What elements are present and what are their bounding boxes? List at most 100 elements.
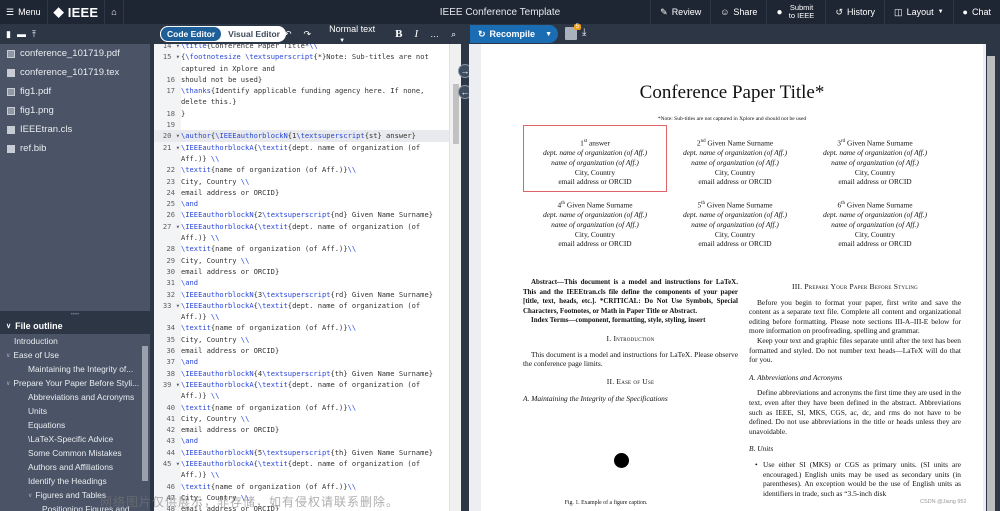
code-line[interactable]: 31 \and — [154, 277, 461, 288]
search-icon[interactable]: ⌕ — [445, 29, 462, 40]
bold-icon[interactable]: B — [389, 28, 408, 40]
pdf-scrollbar[interactable] — [986, 44, 1000, 511]
code-line[interactable]: 21 ▾ \IEEEauthorblockA{\textit{dept. name… — [154, 142, 461, 153]
code-line[interactable]: 30 email address or ORCID} — [154, 266, 461, 277]
outline-item[interactable]: Positioning Figures and... — [0, 502, 140, 511]
outline-item[interactable]: Equations — [0, 418, 140, 432]
code-line[interactable]: Aff.)} \\ — [154, 311, 461, 322]
code-line[interactable]: 41 City, Country \\ — [154, 413, 461, 424]
scrollbar-thumb[interactable] — [987, 56, 995, 511]
code-line[interactable]: 43 \and — [154, 435, 461, 446]
ieee-logo[interactable]: ◆ IEEE — [48, 0, 106, 24]
code-line[interactable]: 23 City, Country \\ — [154, 176, 461, 187]
code-line[interactable]: 33 ▾ \IEEEauthorblockA{\textit{dept. name… — [154, 300, 461, 311]
file-item[interactable]: ref.bib — [0, 139, 150, 158]
file-item[interactable]: fig1.pdf — [0, 82, 150, 101]
share-button[interactable]: ☺ Share — [710, 0, 766, 24]
code-line[interactable]: 39 ▾ \IEEEauthorblockA{\textit{dept. name… — [154, 379, 461, 390]
file-item[interactable]: fig1.png — [0, 101, 150, 120]
layout-button[interactable]: ◫ Layout ▼ — [884, 0, 953, 24]
code-line[interactable]: 25 \and — [154, 198, 461, 209]
outline-item[interactable]: Units — [0, 404, 140, 418]
code-line[interactable]: 24 email address or ORCID} — [154, 187, 461, 198]
file-item[interactable]: conference_101719.tex — [0, 63, 150, 82]
outline-item[interactable]: ∨ Prepare Your Paper Before Styli... — [0, 376, 140, 390]
undo-icon[interactable]: ↶ — [278, 29, 298, 40]
upload-icon[interactable]: ⤒ — [32, 29, 36, 40]
outline-item[interactable]: Abbreviations and Acronyms — [0, 390, 140, 404]
code-line[interactable]: 18} — [154, 108, 461, 119]
outline-item[interactable]: Maintaining the Integrity of... — [0, 362, 140, 376]
code-line[interactable]: 19 — [154, 119, 461, 130]
new-file-icon[interactable]: ▮ — [6, 29, 11, 40]
code-line[interactable]: 42 email address or ORCID} — [154, 424, 461, 435]
code-line[interactable]: Aff.)} \\ — [154, 390, 461, 401]
sidebar-split-handle[interactable]: •••• — [0, 311, 150, 318]
code-line[interactable]: captured in Xplore and — [154, 63, 461, 74]
outline-item[interactable]: \LaTeX-Specific Advice — [0, 432, 140, 446]
italic-icon[interactable]: I — [408, 28, 424, 40]
review-button[interactable]: ✎ Review — [650, 0, 710, 24]
chevron-down-icon[interactable]: ∨ — [6, 380, 10, 387]
code-line[interactable]: 47 City, Country \\ — [154, 492, 461, 503]
code-line[interactable]: 37 \and — [154, 356, 461, 367]
code-text: \textit{name of organization (of Aff.)}\… — [181, 165, 357, 175]
chevron-down-icon[interactable]: ∨ — [6, 352, 10, 359]
file-outline-header[interactable]: ∨ File outline — [0, 318, 150, 334]
more-icon[interactable]: … — [424, 29, 445, 39]
code-line[interactable]: 22 \textit{name of organization (of Aff.)… — [154, 164, 461, 175]
code-line[interactable]: 34 \textit{name of organization (of Aff.)… — [154, 322, 461, 333]
text-style-select[interactable]: Normal text ▼ — [317, 24, 389, 44]
outline-item[interactable]: ∨ Ease of Use — [0, 348, 140, 362]
code-line[interactable]: 14 ▾ \title{Conference Paper Title*\\ — [154, 44, 461, 51]
history-button[interactable]: ↺ History — [825, 0, 884, 24]
outline-item[interactable]: Introduction — [0, 334, 140, 348]
recompile-button[interactable]: ↻ Recompile ▼ — [470, 25, 558, 43]
code-line[interactable]: Aff.)} \\ — [154, 153, 461, 164]
code-line[interactable]: 35 City, Country \\ — [154, 334, 461, 345]
file-item[interactable]: IEEEtran.cls — [0, 120, 150, 139]
code-line[interactable]: 15 ▾ {\footnotesize \textsuperscript{*}No… — [154, 51, 461, 62]
home-button[interactable]: ⌂ — [105, 0, 124, 24]
visual-editor-tab[interactable]: Visual Editor — [222, 29, 286, 39]
submit-button[interactable]: ● Submit to IEEE — [766, 0, 825, 24]
outline-item[interactable]: ∨ Figures and Tables — [0, 488, 140, 502]
code-editor[interactable]: 14 ▾ \title{Conference Paper Title*\\ 15 ▾… — [154, 44, 461, 511]
redo-icon[interactable]: ↷ — [298, 29, 318, 40]
new-folder-icon[interactable]: ▬ — [17, 29, 26, 40]
outline-scrollbar[interactable] — [140, 334, 150, 511]
outline-item[interactable]: Some Common Mistakes — [0, 446, 140, 460]
code-line[interactable]: 45 ▾ \IEEEauthorblockA{\textit{dept. name… — [154, 458, 461, 469]
scrollbar-thumb[interactable] — [142, 346, 148, 481]
code-line[interactable]: 48 email address or ORCID} — [154, 503, 461, 511]
code-line[interactable]: 20 ▾ \author{\IEEEauthorblockN{1\textsupe… — [154, 130, 461, 142]
code-line[interactable]: 27 ▾ \IEEEauthorblockA{\textit{dept. name… — [154, 221, 461, 232]
chevron-down-icon[interactable]: ▼ — [545, 31, 552, 38]
menu-button[interactable]: ☰ Menu — [0, 0, 48, 24]
logs-button[interactable]: 5 — [565, 24, 581, 40]
code-line[interactable]: 28 \textit{name of organization (of Aff.)… — [154, 243, 461, 254]
outline-item[interactable]: Authors and Affiliations — [0, 460, 140, 474]
file-item[interactable]: conference_101719.pdf — [0, 44, 150, 63]
code-line[interactable]: delete this.} — [154, 96, 461, 107]
code-scrollbar[interactable] — [449, 44, 461, 511]
code-line[interactable]: Aff.)} \\ — [154, 232, 461, 243]
code-line[interactable]: 17 \thanks{Identify applicable funding ag… — [154, 85, 461, 96]
chevron-down-icon[interactable]: ∨ — [28, 492, 32, 499]
code-line[interactable]: 16 should not be used} — [154, 74, 461, 85]
pane-divider[interactable] — [461, 44, 469, 511]
code-text: \IEEEauthorblockN{4\textsuperscript{th} … — [181, 368, 433, 378]
outline-item[interactable]: Identify the Headings — [0, 474, 140, 488]
code-line[interactable]: 40 \textit{name of organization (of Aff.)… — [154, 402, 461, 413]
code-editor-tab[interactable]: Code Editor — [160, 26, 223, 42]
code-line[interactable]: Aff.)} \\ — [154, 469, 461, 480]
code-line[interactable]: 38 \IEEEauthorblockN{4\textsuperscript{th… — [154, 368, 461, 379]
code-line[interactable]: 44 \IEEEauthorblockN{5\textsuperscript{th… — [154, 447, 461, 458]
code-line[interactable]: 36 email address or ORCID} — [154, 345, 461, 356]
code-line[interactable]: 26 \IEEEauthorblockN{2\textsuperscript{nd… — [154, 209, 461, 220]
download-pdf-icon[interactable]: ⤓ — [582, 27, 586, 38]
code-line[interactable]: 46 \textit{name of organization (of Aff.)… — [154, 481, 461, 492]
code-line[interactable]: 32 \IEEEauthorblockN{3\textsuperscript{rd… — [154, 289, 461, 300]
code-line[interactable]: 29 City, Country \\ — [154, 255, 461, 266]
chat-button[interactable]: ● Chat — [952, 0, 1000, 24]
